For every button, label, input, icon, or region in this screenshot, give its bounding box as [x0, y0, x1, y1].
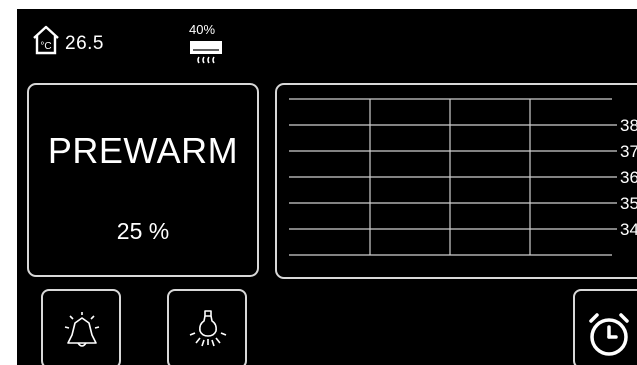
ac-level: 40%: [189, 22, 216, 37]
y-tick-label: 38: [620, 116, 637, 135]
device-screen: °C 26.5 40% PREWARM 25 % 38 37 36 35 34: [17, 9, 637, 365]
room-temperature: 26.5: [65, 33, 104, 54]
mode-progress: 25 %: [116, 218, 170, 244]
trend-graph: 38 37 36 35 34: [289, 98, 637, 256]
y-tick-label: 35: [620, 194, 637, 213]
house-thermometer-icon: °C: [33, 25, 59, 55]
timer-icon: [589, 313, 629, 356]
alarm-button[interactable]: [41, 289, 121, 365]
alarm-bell-icon: [64, 312, 100, 347]
trend-graph-panel: 38 37 36 35 34: [275, 83, 637, 279]
light-bulb-icon: [189, 310, 227, 347]
mode-panel[interactable]: PREWARM 25 %: [27, 83, 259, 277]
mode-name: PREWARM: [47, 130, 239, 171]
light-button[interactable]: [167, 289, 247, 365]
timer-button[interactable]: [573, 289, 637, 365]
air-conditioner-icon: [190, 41, 222, 64]
y-tick-label: 34: [620, 220, 637, 239]
svg-text:°C: °C: [40, 41, 51, 52]
y-tick-label: 37: [620, 142, 637, 161]
y-tick-label: 36: [620, 168, 637, 187]
